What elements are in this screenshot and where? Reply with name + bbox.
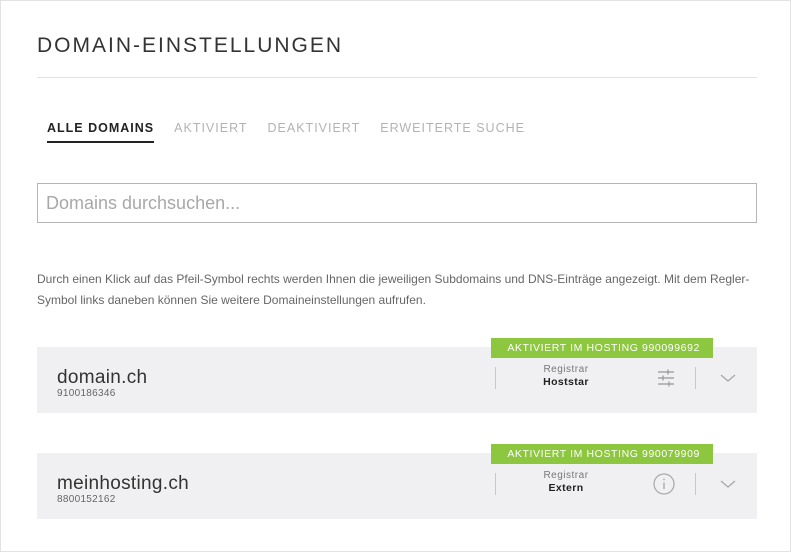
- sliders-icon[interactable]: [654, 366, 678, 390]
- tab-erweiterte-suche[interactable]: ERWEITERTE SUCHE: [380, 121, 525, 143]
- domain-name: domain.ch: [57, 367, 148, 388]
- status-badge: AKTIVIERT IM HOSTING 990099692: [491, 338, 713, 358]
- help-text: Durch einen Klick auf das Pfeil-Symbol r…: [37, 272, 750, 307]
- registrar-label: Registrar: [543, 364, 589, 375]
- tab-alle-domains[interactable]: ALLE DOMAINS: [47, 121, 155, 143]
- registrar-info: Registrar Hoststar: [497, 364, 635, 388]
- tab-aktiviert[interactable]: AKTIVIERT: [174, 121, 247, 143]
- registrar-value: Hoststar: [543, 376, 589, 388]
- divider: [695, 367, 696, 389]
- registrar-value: Extern: [548, 482, 584, 494]
- domain-card: AKTIVIERT IM HOSTING 990079909 meinhosti…: [37, 444, 757, 519]
- tab-deaktiviert[interactable]: DEAKTIVIERT: [268, 121, 361, 143]
- chevron-down-icon[interactable]: [716, 366, 740, 390]
- divider: [495, 473, 496, 495]
- status-badge: AKTIVIERT IM HOSTING 990079909: [491, 444, 713, 464]
- domain-search-input[interactable]: [37, 183, 757, 223]
- domain-filter-tabs: ALLE DOMAINS AKTIVIERT DEAKTIVIERT ERWEI…: [47, 121, 525, 143]
- domain-id: 9100186346: [57, 388, 116, 399]
- domain-id: 8800152162: [57, 494, 116, 505]
- info-icon[interactable]: [652, 472, 676, 496]
- domain-card: AKTIVIERT IM HOSTING 990099692 domain.ch…: [37, 338, 757, 413]
- chevron-down-icon[interactable]: [716, 472, 740, 496]
- title-divider: [37, 77, 757, 78]
- divider: [495, 367, 496, 389]
- domain-name: meinhosting.ch: [57, 473, 189, 494]
- divider: [695, 473, 696, 495]
- page-title: DOMAIN-EINSTELLUNGEN: [37, 34, 344, 57]
- page-frame: DOMAIN-EINSTELLUNGEN ALLE DOMAINS AKTIVI…: [0, 0, 791, 552]
- registrar-label: Registrar: [543, 470, 589, 481]
- registrar-info: Registrar Extern: [497, 470, 635, 494]
